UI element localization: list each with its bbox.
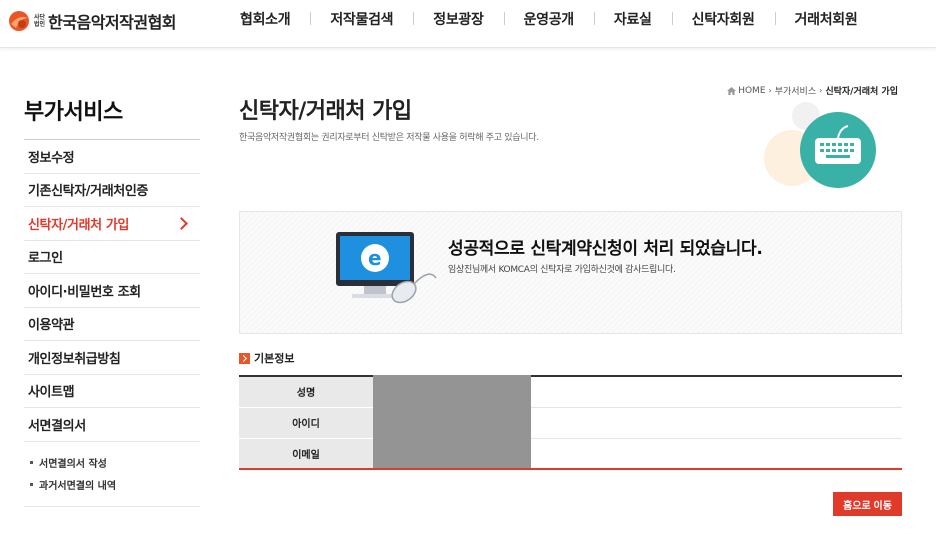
nav-item-about[interactable]: 협회소개 (220, 9, 310, 29)
sidebar-item-label: 신탁자/거래처 가입 (28, 217, 129, 233)
basic-info-wrapper: 성명 아이디 이메일 (239, 375, 902, 470)
row-label-email: 이메일 (239, 438, 373, 470)
sidebar-item-label: 개인정보취급방침 (28, 351, 121, 367)
page-title: 신탁자/거래처 가입 (239, 99, 412, 124)
sidebar: 부가서비스 정보수정 기존신탁자/거래처인증 신탁자/거래처 가입 로그인 아이… (24, 92, 200, 507)
breadcrumb-separator-icon: › (768, 86, 772, 95)
svg-text:e: e (368, 246, 382, 270)
sidebar-item-login[interactable]: 로그인 (24, 241, 200, 274)
table-row: 이메일 (239, 438, 902, 470)
keyboard-illustration-icon (764, 102, 876, 188)
sidebar-title: 부가서비스 (24, 92, 200, 140)
site-header: 사단 법인 한국음악저작권협회 협회소개 저작물검색 정보광장 운영공개 자료실… (0, 0, 936, 48)
arrow-box-icon (239, 352, 250, 364)
sidebar-item-written-resolution[interactable]: 서면결의서 (24, 408, 200, 442)
site-logo[interactable]: 사단 법인 한국음악저작권협회 (8, 9, 177, 33)
sidebar-item-label: 사이트맵 (28, 385, 75, 401)
sidebar-item-label: 정보수정 (28, 150, 75, 166)
sidebar-item-label: 로그인 (28, 251, 63, 267)
sidebar-submenu: 서면결의서 작성 과거서면결의 내역 (24, 442, 200, 507)
sidebar-subitem-past-resolutions[interactable]: 과거서면결의 내역 (30, 474, 200, 496)
nav-item-trust-member[interactable]: 신탁자회원 (671, 9, 775, 29)
sidebar-item-terms[interactable]: 이용약관 (24, 308, 200, 341)
table-row: 성명 (239, 376, 902, 408)
sidebar-item-label: 아이디·비밀번호 조회 (28, 284, 141, 300)
logo-prefix-line1: 사단 (34, 14, 46, 21)
sidebar-item-label: 기존신탁자/거래처인증 (28, 184, 148, 200)
redacted-values (373, 375, 531, 468)
logo-name: 한국음악저작권협회 (48, 13, 177, 32)
sidebar-item-existing-auth[interactable]: 기존신탁자/거래처인증 (24, 174, 200, 207)
row-label-id: 아이디 (239, 407, 373, 439)
home-icon (727, 86, 737, 95)
sidebar-item-label: 서면결의서 (28, 418, 86, 434)
sidebar-item-label: 이용약관 (28, 318, 75, 334)
page-description: 한국음악저작권협회는 권리자로부터 신탁받은 저작물 사용을 허락해 주고 있습… (239, 133, 539, 143)
sidebar-subitem-write-resolution[interactable]: 서면결의서 작성 (30, 452, 200, 474)
row-label-name: 성명 (239, 376, 373, 408)
success-message: 임상진님께서 KOMCA의 신탁자로 가입하신것에 감사드립니다. (448, 265, 676, 275)
nav-item-work-search[interactable]: 저작물검색 (310, 9, 413, 29)
sidebar-item-privacy[interactable]: 개인정보취급방침 (24, 341, 200, 375)
sidebar-item-join[interactable]: 신탁자/거래처 가입 (24, 207, 200, 241)
success-title: 성공적으로 신탁계약신청이 처리 되었습니다. (448, 239, 763, 259)
nav-item-info-plaza[interactable]: 정보광장 (413, 9, 503, 29)
logo-prefix: 사단 법인 (34, 14, 45, 28)
go-home-button[interactable]: 홈으로 이동 (833, 492, 902, 516)
monitor-mouse-icon: e (336, 232, 437, 304)
success-message-box: e 성공적으로 신탁계약신청이 처리 되었습니다. 임상진님께서 KOMCA의 … (239, 211, 902, 334)
logo-prefix-line2: 법인 (34, 21, 46, 28)
basic-info-table: 성명 아이디 이메일 (239, 375, 902, 470)
nav-item-disclosure[interactable]: 운영공개 (503, 9, 594, 29)
table-row: 아이디 (239, 407, 902, 439)
breadcrumb-separator-icon: › (819, 86, 823, 95)
basic-info-heading: 기본정보 (239, 350, 294, 366)
breadcrumb-home[interactable]: HOME (738, 86, 765, 96)
sidebar-item-find-account[interactable]: 아이디·비밀번호 조회 (24, 274, 200, 308)
komca-logo-icon (9, 11, 29, 31)
global-nav: 협회소개 저작물검색 정보광장 운영공개 자료실 신탁자회원 거래처회원 (220, 0, 877, 38)
nav-item-archive[interactable]: 자료실 (593, 9, 672, 29)
basic-info-title: 기본정보 (254, 352, 295, 365)
chevron-right-icon (175, 216, 188, 230)
sidebar-item-sitemap[interactable]: 사이트맵 (24, 375, 200, 408)
sidebar-item-edit-info[interactable]: 정보수정 (24, 140, 200, 174)
nav-item-client-member[interactable]: 거래처회원 (774, 9, 878, 29)
